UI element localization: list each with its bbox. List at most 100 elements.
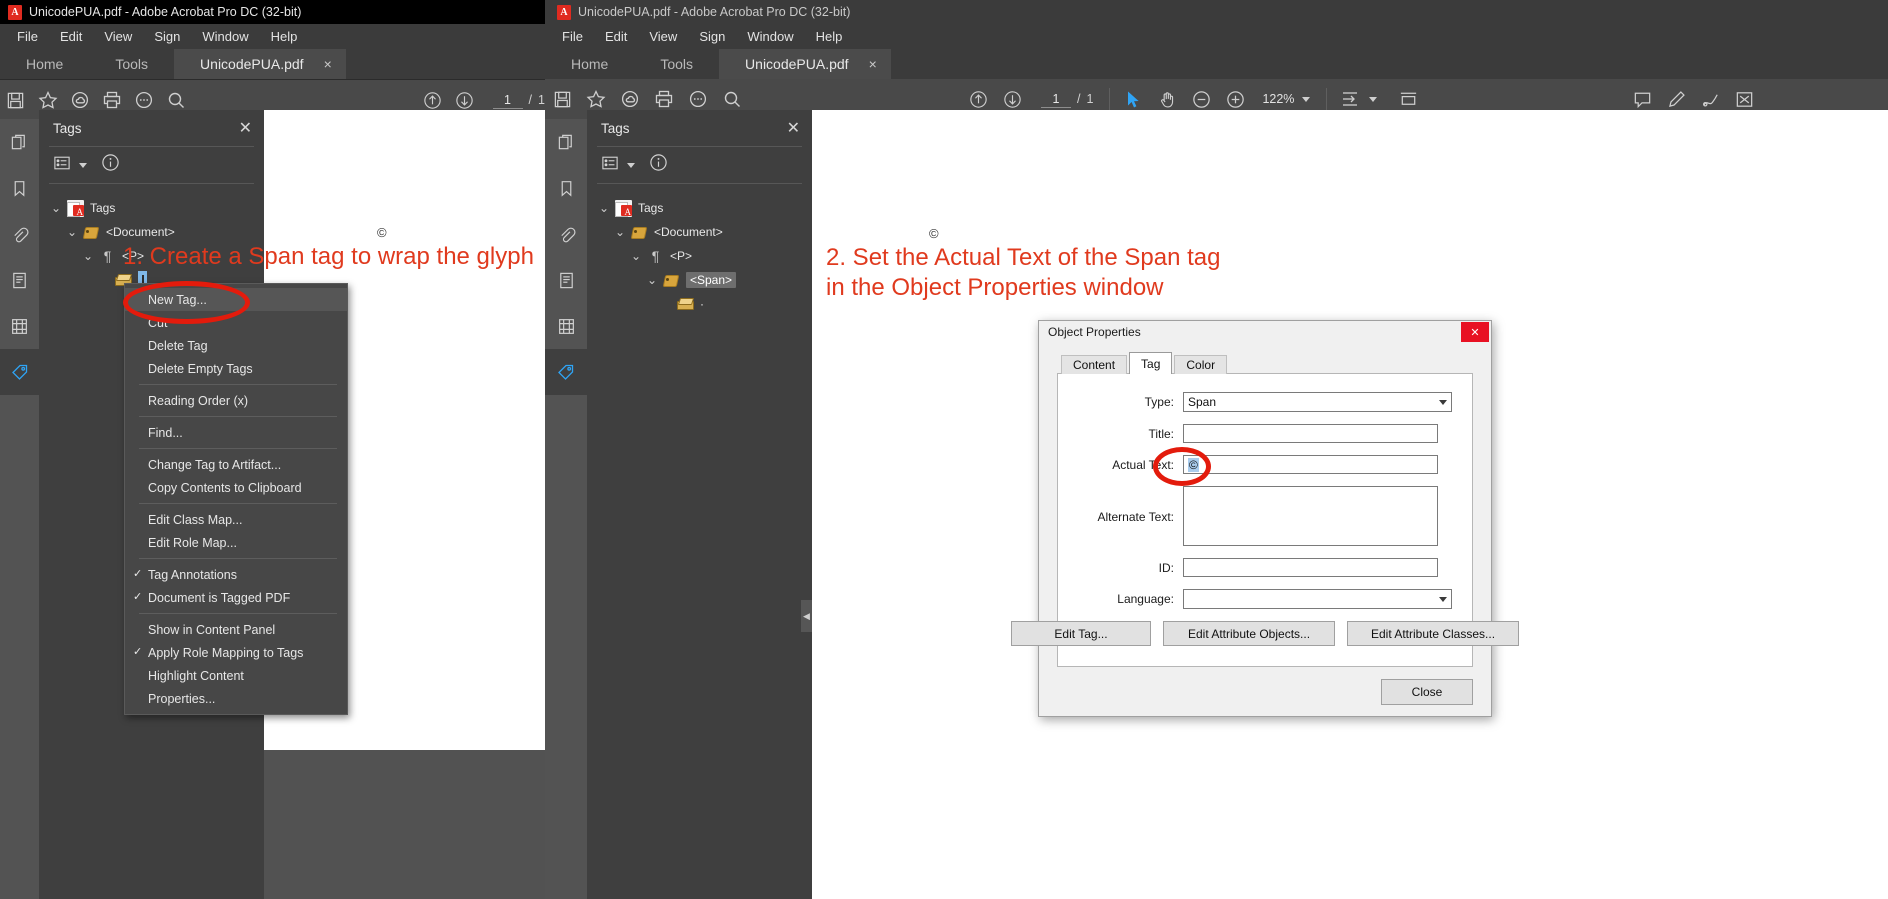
- menu-item-document-is-tagged-pdf[interactable]: ✓Document is Tagged PDF: [125, 586, 347, 609]
- options-list-icon[interactable]: [601, 155, 619, 176]
- page-number-input[interactable]: 1: [493, 92, 523, 109]
- menu-item-delete-empty-tags[interactable]: Delete Empty Tags: [125, 357, 347, 380]
- tree-node-document[interactable]: ⌄ <Document>: [587, 220, 812, 244]
- menu-item-delete-tag[interactable]: Delete Tag: [125, 334, 347, 357]
- menu-item-reading-order[interactable]: Reading Order (x): [125, 389, 347, 412]
- chevron-down-icon[interactable]: ⌄: [81, 249, 95, 263]
- menu-item-show-in-content-panel[interactable]: Show in Content Panel: [125, 618, 347, 641]
- page-thumbnails-icon[interactable]: [0, 119, 39, 165]
- menu-window[interactable]: Window: [736, 26, 804, 47]
- document-background-left: [264, 750, 545, 899]
- info-icon[interactable]: [649, 153, 668, 177]
- close-icon[interactable]: ✕: [239, 118, 252, 138]
- chevron-down-icon[interactable]: [1369, 97, 1377, 102]
- save-icon[interactable]: [545, 79, 579, 119]
- menu-item-properties[interactable]: Properties...: [125, 687, 347, 710]
- menu-item-find[interactable]: Find...: [125, 421, 347, 444]
- chevron-down-icon[interactable]: [627, 163, 635, 168]
- menu-sign[interactable]: Sign: [143, 26, 191, 47]
- tags-icon[interactable]: [0, 349, 39, 395]
- info-icon[interactable]: [101, 153, 120, 177]
- chevron-down-icon[interactable]: [79, 163, 87, 168]
- tree-node-p[interactable]: ⌄ ¶ <P>: [587, 244, 812, 268]
- tags-icon[interactable]: [545, 349, 587, 395]
- tree-node-span[interactable]: ⌄ <Span>: [587, 268, 812, 292]
- tab-tools[interactable]: Tools: [634, 49, 719, 79]
- bookmarks-icon[interactable]: [0, 165, 39, 211]
- chevron-down-icon[interactable]: [1302, 97, 1310, 102]
- tree-node-tags[interactable]: ⌄ A Tags: [587, 196, 812, 220]
- menu-item-tag-annotations[interactable]: ✓Tag Annotations: [125, 563, 347, 586]
- edit-attribute-classes-button[interactable]: Edit Attribute Classes...: [1347, 621, 1519, 646]
- type-select[interactable]: Span: [1183, 392, 1452, 412]
- tab-document[interactable]: UnicodePUA.pdf ×: [174, 49, 346, 79]
- acrobat-window-left: A UnicodePUA.pdf - Adobe Acrobat Pro DC …: [0, 0, 545, 899]
- page-thumbnails-icon[interactable]: [545, 119, 587, 165]
- title-input[interactable]: [1183, 424, 1438, 443]
- menu-item-highlight-content[interactable]: Highlight Content: [125, 664, 347, 687]
- alternate-text-textarea[interactable]: [1183, 486, 1438, 546]
- tab-document[interactable]: UnicodePUA.pdf ×: [719, 49, 891, 79]
- menu-file[interactable]: File: [6, 26, 49, 47]
- close-icon[interactable]: ✕: [787, 118, 800, 138]
- panel-collapse-handle[interactable]: ◀: [801, 600, 812, 632]
- menu-file[interactable]: File: [551, 26, 594, 47]
- menu-item-edit-class-map[interactable]: Edit Class Map...: [125, 508, 347, 531]
- zoom-level[interactable]: 122%: [1262, 92, 1294, 106]
- tab-content[interactable]: Content: [1061, 355, 1127, 374]
- tab-home-label: Home: [571, 56, 608, 72]
- tab-home[interactable]: Home: [545, 49, 634, 79]
- tab-home[interactable]: Home: [0, 49, 89, 79]
- save-icon[interactable]: [0, 80, 32, 120]
- language-select[interactable]: [1183, 589, 1452, 609]
- close-icon[interactable]: ✕: [1461, 322, 1489, 342]
- bookmarks-icon[interactable]: [545, 165, 587, 211]
- chevron-down-icon[interactable]: ⌄: [613, 225, 627, 239]
- close-icon[interactable]: ×: [869, 56, 877, 72]
- menu-window[interactable]: Window: [191, 26, 259, 47]
- menu-item-apply-role-mapping-to-tags[interactable]: ✓Apply Role Mapping to Tags: [125, 641, 347, 664]
- close-icon[interactable]: ×: [324, 56, 332, 72]
- tree-node-document[interactable]: ⌄ <Document>: [39, 220, 264, 244]
- menu-item-edit-role-map[interactable]: Edit Role Map...: [125, 531, 347, 554]
- id-input[interactable]: [1183, 558, 1438, 577]
- tag-icon: [83, 224, 100, 241]
- tree-node-tags[interactable]: ⌄ A Tags: [39, 196, 264, 220]
- pages-icon[interactable]: [0, 257, 39, 303]
- attachments-icon[interactable]: [0, 211, 39, 257]
- object-properties-dialog[interactable]: Object Properties ✕ Content Tag Color Ty…: [1038, 320, 1492, 717]
- menu-item-copy-contents-to-clipboard[interactable]: Copy Contents to Clipboard: [125, 476, 347, 499]
- menu-help[interactable]: Help: [805, 26, 854, 47]
- field-row-alternate-text: Alternate Text:: [1078, 486, 1452, 546]
- edit-attribute-objects-button[interactable]: Edit Attribute Objects...: [1163, 621, 1335, 646]
- actual-text-input[interactable]: ©: [1183, 455, 1438, 474]
- menu-item-change-tag-to-artifact[interactable]: Change Tag to Artifact...: [125, 453, 347, 476]
- tags-context-menu[interactable]: New Tag... Cut Delete Tag Delete Empty T…: [124, 283, 348, 715]
- chevron-down-icon[interactable]: ⌄: [597, 201, 611, 215]
- layers-icon[interactable]: [0, 303, 39, 349]
- pages-icon[interactable]: [545, 257, 587, 303]
- close-button[interactable]: Close: [1381, 679, 1473, 705]
- menu-view[interactable]: View: [638, 26, 688, 47]
- menu-bar-right: File Edit View Sign Window Help: [545, 24, 1888, 49]
- tree-node-content[interactable]: ·: [587, 292, 812, 316]
- tab-tools[interactable]: Tools: [89, 49, 174, 79]
- menu-view[interactable]: View: [93, 26, 143, 47]
- chevron-down-icon[interactable]: ⌄: [49, 201, 63, 215]
- menu-help[interactable]: Help: [260, 26, 309, 47]
- chevron-down-icon[interactable]: ⌄: [645, 273, 659, 287]
- chevron-down-icon[interactable]: ⌄: [65, 225, 79, 239]
- attachments-icon[interactable]: [545, 211, 587, 257]
- chevron-down-icon[interactable]: ⌄: [629, 249, 643, 263]
- edit-tag-button[interactable]: Edit Tag...: [1011, 621, 1151, 646]
- layers-icon[interactable]: [545, 303, 587, 349]
- page-number-input[interactable]: 1: [1041, 91, 1071, 108]
- menu-item-label: Show in Content Panel: [148, 623, 275, 637]
- tab-color[interactable]: Color: [1174, 355, 1227, 374]
- menu-sign[interactable]: Sign: [688, 26, 736, 47]
- menu-edit[interactable]: Edit: [49, 26, 93, 47]
- options-list-icon[interactable]: [53, 155, 71, 176]
- menu-edit[interactable]: Edit: [594, 26, 638, 47]
- tab-tag[interactable]: Tag: [1129, 352, 1172, 374]
- tag-tab-panel: Type: Span Title: Actual Text: ©: [1057, 373, 1473, 667]
